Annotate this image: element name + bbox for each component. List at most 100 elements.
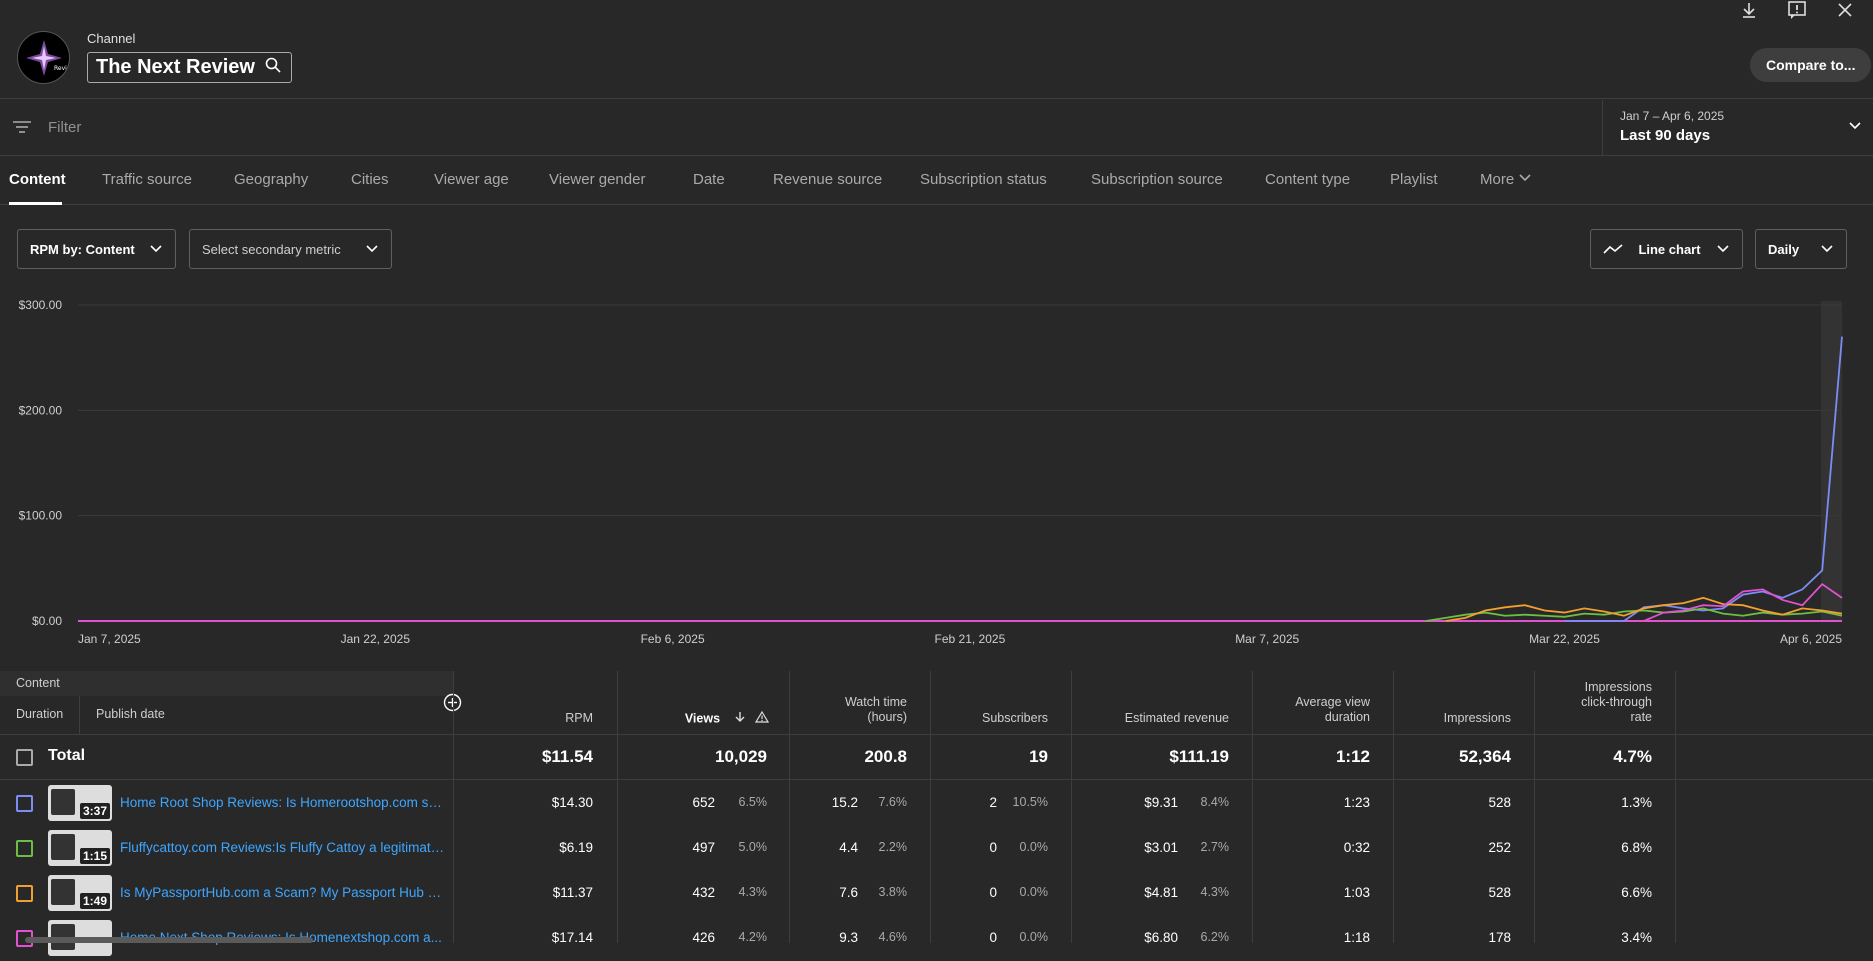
ctr-column-header[interactable]: Impressions click-through rate [1535, 680, 1652, 725]
tab-subscription-source[interactable]: Subscription source [1091, 171, 1223, 188]
tab-more[interactable]: More [1480, 171, 1532, 188]
table-row[interactable]: 3:37 Home Root Shop Reviews: Is Homeroots… [0, 781, 1873, 826]
download-icon[interactable] [1739, 0, 1763, 20]
x-tick-label: Apr 6, 2025 [1780, 632, 1842, 645]
row-watch-time: 7.6 [839, 885, 858, 900]
granularity-label: Daily [1768, 241, 1800, 257]
row-revenue-pct: 4.3% [1200, 885, 1230, 899]
row-checkbox[interactable] [16, 885, 33, 902]
tab-viewer-age[interactable]: Viewer age [434, 171, 509, 188]
row-watch-time-pct: 7.6% [878, 795, 908, 809]
row-watch-time-pct: 4.6% [878, 930, 908, 944]
impressions-column-header[interactable]: Impressions [1394, 711, 1511, 726]
compare-button[interactable]: Compare to... [1750, 48, 1872, 82]
warning-icon[interactable] [754, 710, 770, 727]
row-impressions: 528 [1488, 795, 1511, 810]
row-revenue-pct: 8.4% [1200, 795, 1230, 809]
avg-view-duration-column-header[interactable]: Average view duration [1253, 695, 1370, 725]
date-range-selector[interactable]: Jan 7 – Apr 6, 2025 Last 90 days [1602, 100, 1873, 156]
row-rpm: $6.19 [559, 840, 593, 855]
total-checkbox[interactable] [16, 749, 33, 766]
tab-cities[interactable]: Cities [351, 171, 389, 188]
primary-metric-dropdown[interactable]: RPM by: Content [17, 229, 176, 269]
filter-icon[interactable] [12, 119, 32, 140]
total-watch-time: 200.8 [864, 747, 907, 766]
secondary-metric-label: Select secondary metric [202, 241, 341, 257]
y-tick-label: $0.00 [32, 614, 62, 628]
video-title-link[interactable]: Is MyPassportHub.com a Scam? My Passport… [120, 885, 445, 900]
sort-down-icon [734, 711, 746, 727]
table-row[interactable]: 1:15 Fluffycattoy.com Reviews:Is Fluffy C… [0, 826, 1873, 871]
duration-badge: 3:37 [79, 803, 110, 819]
tab-date[interactable]: Date [693, 171, 725, 188]
series-line[interactable] [1445, 596, 1843, 622]
chevron-down-icon [366, 245, 378, 253]
row-avg-view-duration: 1:03 [1343, 885, 1370, 900]
search-icon[interactable] [265, 57, 281, 78]
row-revenue: $9.31 [1144, 795, 1178, 810]
granularity-dropdown[interactable]: Daily [1755, 229, 1847, 269]
total-label: Total [48, 747, 86, 764]
y-tick-label: $300.00 [19, 298, 63, 312]
chevron-down-icon [150, 245, 162, 253]
video-thumbnail[interactable]: 3:37 [48, 785, 112, 821]
tab-subscription-status[interactable]: Subscription status [920, 171, 1047, 188]
row-watch-time: 4.4 [839, 840, 858, 855]
row-subscribers-pct: 10.5% [1012, 795, 1048, 809]
video-title-link[interactable]: Home Root Shop Reviews: Is Homerootshop.… [120, 795, 445, 810]
publish-date-column-header[interactable]: Publish date [96, 707, 165, 721]
total-row: Total $11.54 10,029 200.8 19 $111.19 1:1… [0, 735, 1873, 780]
revenue-column-header[interactable]: Estimated revenue [1072, 711, 1229, 726]
duration-badge: 1:15 [79, 848, 110, 864]
header-divider [79, 696, 80, 734]
feedback-icon[interactable] [1787, 0, 1811, 20]
tab-content-type[interactable]: Content type [1265, 171, 1350, 188]
tab-content[interactable]: Content [9, 171, 66, 188]
row-subscribers: 0 [989, 885, 997, 900]
row-views-pct: 5.0% [738, 840, 768, 854]
filter-input[interactable]: Filter [48, 119, 81, 136]
horizontal-scrollbar[interactable] [25, 937, 313, 943]
table-row[interactable]: 1:49 Is MyPassportHub.com a Scam? My Pass… [0, 871, 1873, 916]
row-checkbox[interactable] [16, 840, 33, 857]
tab-traffic-source[interactable]: Traffic source [102, 171, 192, 188]
row-avg-view-duration: 1:23 [1343, 795, 1370, 810]
views-column-header[interactable]: Views [630, 710, 770, 727]
y-tick-label: $200.00 [19, 403, 63, 417]
x-tick-label: Jan 7, 2025 [78, 632, 141, 645]
ctr-header-line2: click-through [1581, 695, 1652, 709]
rpm-line-chart: $300.00 $200.00 $100.00 $0.00 Jan 7, 2025 Jan… [0, 295, 1873, 646]
video-thumbnail[interactable]: 1:15 [48, 830, 112, 866]
secondary-metric-dropdown[interactable]: Select secondary metric [189, 229, 392, 269]
row-subscribers: 0 [989, 840, 997, 855]
x-tick-label: Mar 22, 2025 [1529, 632, 1600, 645]
row-checkbox[interactable] [16, 795, 33, 812]
video-title-link[interactable]: Fluffycattoy.com Reviews:Is Fluffy Catto… [120, 840, 445, 855]
row-revenue-pct: 6.2% [1200, 930, 1230, 944]
channel-avatar[interactable]: Review [17, 31, 70, 84]
content-table: Content Duration Publish date RPM Views … [0, 671, 1873, 956]
video-thumbnail[interactable]: 1:49 [48, 875, 112, 911]
row-rpm: $11.37 [552, 885, 593, 900]
row-views: 497 [692, 840, 715, 855]
watch-time-header-line2: (hours) [867, 710, 907, 724]
row-views-pct: 4.3% [738, 885, 768, 899]
subscribers-column-header[interactable]: Subscribers [931, 711, 1048, 726]
close-icon[interactable] [1835, 0, 1859, 20]
tab-revenue-source[interactable]: Revenue source [773, 171, 882, 188]
tab-playlist[interactable]: Playlist [1390, 171, 1438, 188]
row-watch-time-pct: 3.8% [878, 885, 908, 899]
channel-selector[interactable]: The Next Review [87, 52, 292, 83]
tab-geography[interactable]: Geography [234, 171, 308, 188]
thumbnail-graphic [51, 834, 75, 860]
series-line[interactable] [1564, 336, 1843, 622]
rpm-column-header[interactable]: RPM [470, 711, 593, 726]
y-tick-label: $100.00 [19, 509, 63, 523]
tab-viewer-gender[interactable]: Viewer gender [549, 171, 645, 188]
thumbnail-graphic [51, 789, 75, 815]
duration-column-header[interactable]: Duration [16, 707, 63, 721]
total-impressions: 52,364 [1459, 747, 1511, 766]
row-revenue: $4.81 [1144, 885, 1178, 900]
chart-type-dropdown[interactable]: Line chart [1590, 229, 1743, 269]
watch-time-column-header[interactable]: Watch time (hours) [790, 695, 907, 725]
